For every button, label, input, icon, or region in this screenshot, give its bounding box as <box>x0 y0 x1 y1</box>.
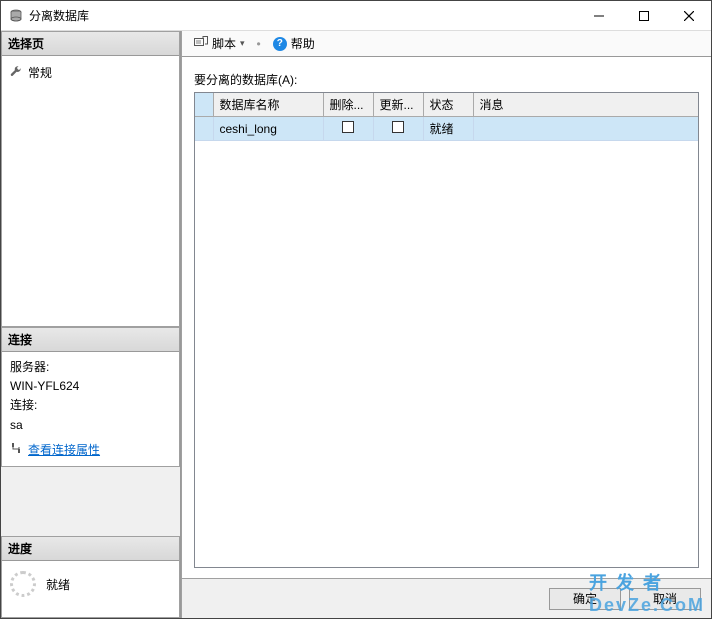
window-title: 分离数据库 <box>29 7 576 24</box>
col-update[interactable]: 更新... <box>373 93 423 117</box>
connection-section: 连接 服务器: WIN-YFL624 连接: sa 查看连接属性 <box>1 327 180 467</box>
conn-value: sa <box>10 416 171 435</box>
table-label: 要分离的数据库(A): <box>194 71 699 88</box>
window-controls <box>576 1 711 30</box>
cell-update[interactable] <box>373 117 423 141</box>
toolbar: 脚本 ▾ • ? 帮助 <box>182 31 711 57</box>
row-handle-header <box>195 93 213 117</box>
toolbar-separator: • <box>257 37 261 51</box>
cancel-button[interactable]: 取消 <box>629 588 701 610</box>
sidebar-spacer <box>1 467 180 536</box>
minimize-button[interactable] <box>576 1 621 30</box>
server-value: WIN-YFL624 <box>10 377 171 396</box>
dialog-body: 选择页 常规 连接 服务器: WIN-YFL624 连接: sa <box>1 31 711 618</box>
connection-icon <box>10 441 22 460</box>
connection-header: 连接 <box>2 328 179 352</box>
server-label: 服务器: <box>10 358 171 377</box>
table-header-row: 数据库名称 删除... 更新... 状态 消息 <box>195 93 698 117</box>
sidebar: 选择页 常规 连接 服务器: WIN-YFL624 连接: sa <box>1 31 181 618</box>
progress-status: 就绪 <box>46 576 70 593</box>
database-icon <box>9 9 23 23</box>
script-label: 脚本 <box>212 35 236 52</box>
databases-table: 数据库名称 删除... 更新... 状态 消息 ceshi_long <box>194 92 699 568</box>
row-handle[interactable] <box>195 117 213 141</box>
view-connection-link[interactable]: 查看连接属性 <box>28 441 100 460</box>
help-icon: ? <box>273 37 287 51</box>
col-status[interactable]: 状态 <box>423 93 473 117</box>
drop-checkbox[interactable] <box>342 121 354 133</box>
table-row[interactable]: ceshi_long 就绪 <box>195 117 698 141</box>
col-message[interactable]: 消息 <box>473 93 698 117</box>
cell-status: 就绪 <box>423 117 473 141</box>
col-name[interactable]: 数据库名称 <box>213 93 323 117</box>
wrench-icon <box>10 65 22 80</box>
titlebar: 分离数据库 <box>1 1 711 31</box>
help-label: 帮助 <box>291 35 315 52</box>
cell-message <box>473 117 698 141</box>
progress-body: 就绪 <box>2 561 179 617</box>
content-area: 要分离的数据库(A): 数据库名称 删除... 更新... 状态 消息 <box>182 57 711 578</box>
nav-item-label: 常规 <box>28 64 52 81</box>
progress-section: 进度 就绪 <box>1 536 180 618</box>
connection-body: 服务器: WIN-YFL624 连接: sa 查看连接属性 <box>2 352 179 466</box>
main-panel: 脚本 ▾ • ? 帮助 要分离的数据库(A): 数据库名称 <box>181 31 711 618</box>
ok-button[interactable]: 确定 <box>549 588 621 610</box>
help-button[interactable]: ? 帮助 <box>269 33 319 54</box>
update-checkbox[interactable] <box>392 121 404 133</box>
dialog-window: 分离数据库 选择页 常规 <box>0 0 712 619</box>
script-button[interactable]: 脚本 ▾ <box>190 33 249 54</box>
chevron-down-icon: ▾ <box>240 38 245 49</box>
select-page-section: 选择页 常规 <box>1 31 180 327</box>
maximize-button[interactable] <box>621 1 666 30</box>
cell-drop[interactable] <box>323 117 373 141</box>
close-button[interactable] <box>666 1 711 30</box>
col-drop[interactable]: 删除... <box>323 93 373 117</box>
nav-item-general[interactable]: 常规 <box>10 62 171 83</box>
script-icon <box>194 36 208 51</box>
progress-header: 进度 <box>2 537 179 561</box>
select-page-header: 选择页 <box>2 32 179 56</box>
view-connection-row: 查看连接属性 <box>10 441 171 460</box>
cell-name[interactable]: ceshi_long <box>213 117 323 141</box>
select-page-body: 常规 <box>2 56 179 326</box>
progress-spinner-icon <box>10 571 36 597</box>
conn-label: 连接: <box>10 396 171 415</box>
footer: 确定 取消 <box>182 578 711 618</box>
